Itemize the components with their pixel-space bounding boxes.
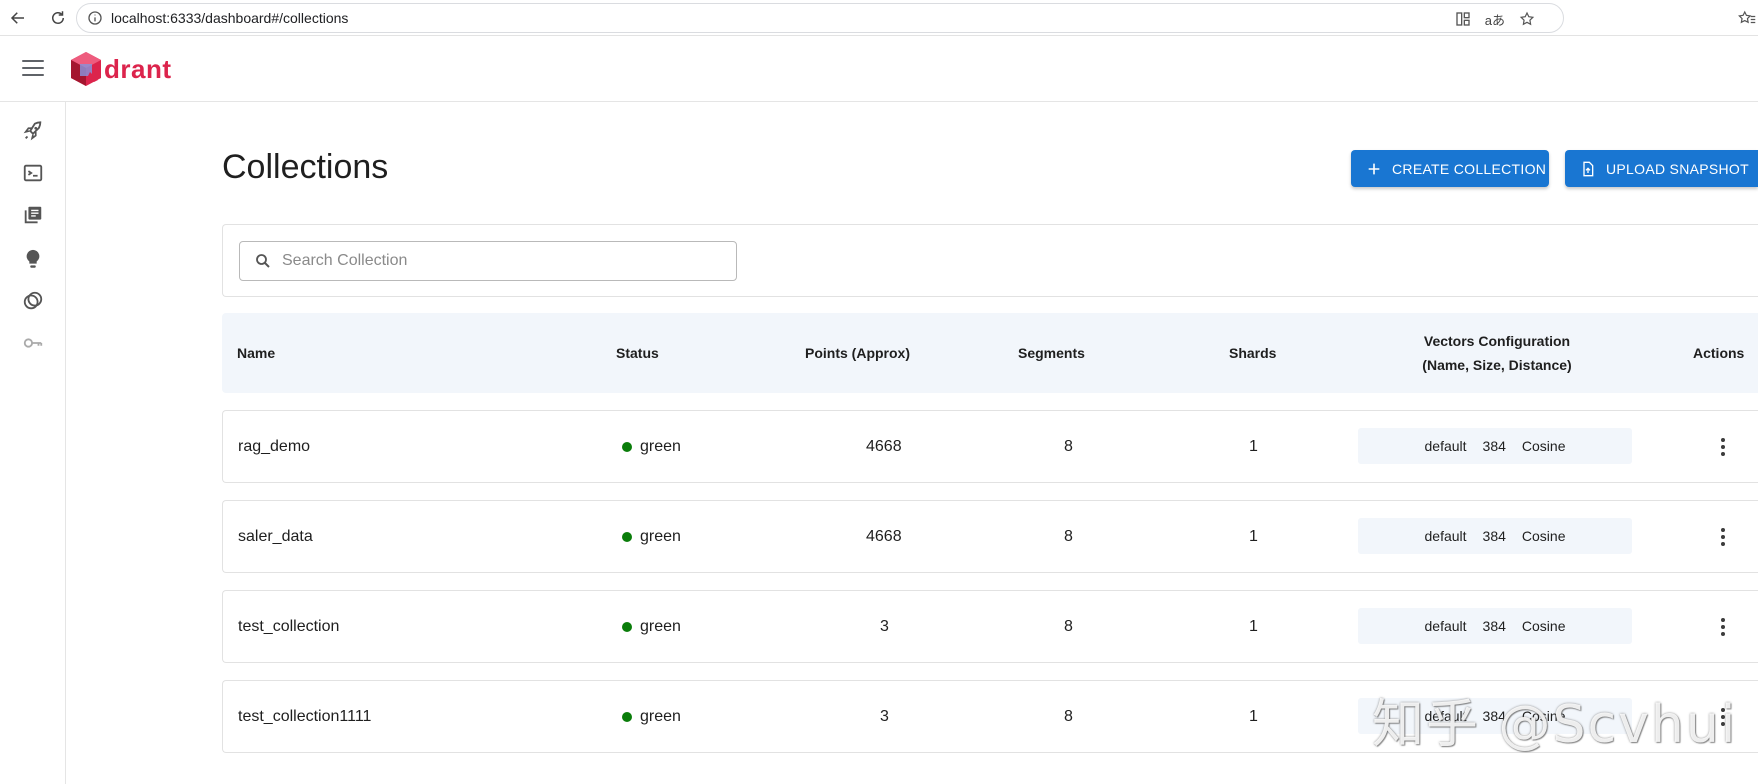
more-vert-icon[interactable] bbox=[1713, 527, 1733, 547]
table-row[interactable]: saler_data green 4668 8 1 default 384 Co… bbox=[222, 500, 1758, 573]
vectors-config: default 384 Cosine bbox=[1358, 428, 1632, 464]
header-segments: Segments bbox=[1018, 345, 1085, 361]
sidebar bbox=[0, 102, 66, 784]
points-cell: 3 bbox=[880, 707, 889, 725]
segments-cell: 8 bbox=[1064, 527, 1073, 545]
header-status: Status bbox=[616, 345, 659, 361]
vector-name: default bbox=[1424, 618, 1467, 634]
segments-cell: 8 bbox=[1064, 437, 1073, 455]
menu-icon[interactable] bbox=[22, 60, 44, 76]
status-dot-icon bbox=[622, 711, 632, 722]
upload-file-icon bbox=[1583, 161, 1594, 176]
search-icon bbox=[256, 254, 270, 268]
shards-cell: 1 bbox=[1249, 707, 1258, 725]
star-icon[interactable] bbox=[1519, 11, 1535, 27]
arrow-left-icon bbox=[10, 11, 24, 24]
status-cell: green bbox=[622, 591, 681, 662]
header-name: Name bbox=[237, 345, 276, 361]
browser-toolbar: localhost:6333/dashboard#/collections aあ bbox=[0, 0, 1758, 36]
vector-distance: Cosine bbox=[1521, 618, 1566, 634]
shards-cell: 1 bbox=[1249, 527, 1258, 545]
header-shards: Shards bbox=[1229, 345, 1277, 361]
sidebar-item-datasets[interactable] bbox=[20, 288, 46, 314]
sidebar-item-tutorial[interactable] bbox=[20, 246, 46, 272]
segments-cell: 8 bbox=[1064, 707, 1073, 725]
plus-icon bbox=[1368, 163, 1380, 174]
more-vert-icon[interactable] bbox=[1713, 437, 1733, 457]
status-text: green bbox=[640, 617, 681, 635]
reload-button[interactable] bbox=[44, 4, 72, 32]
upload-snapshot-label: UPLOAD SNAPSHOT bbox=[1606, 160, 1749, 177]
favorites-button[interactable] bbox=[1738, 10, 1756, 31]
watermark-text: 知乎 @Scvhui bbox=[1372, 695, 1738, 755]
app-grid-icon[interactable] bbox=[1455, 11, 1471, 27]
header-points: Points (Approx) bbox=[805, 345, 910, 361]
points-cell: 4668 bbox=[866, 437, 902, 455]
vector-distance: Cosine bbox=[1521, 528, 1566, 544]
status-dot-icon bbox=[622, 441, 632, 452]
translate-icon[interactable]: aあ bbox=[1485, 10, 1505, 29]
collection-name[interactable]: test_collection1111 bbox=[238, 681, 371, 752]
collection-name[interactable]: saler_data bbox=[238, 501, 313, 572]
logo-text: drant bbox=[104, 53, 172, 84]
lightbulb-icon bbox=[26, 249, 40, 268]
reload-icon bbox=[52, 10, 64, 24]
collection-name[interactable]: rag_demo bbox=[238, 411, 310, 482]
more-vert-icon[interactable] bbox=[1713, 617, 1733, 637]
info-icon bbox=[88, 11, 102, 25]
qdrant-logo-icon bbox=[71, 52, 101, 86]
status-dot-icon bbox=[622, 531, 632, 542]
sidebar-item-access[interactable] bbox=[20, 330, 46, 356]
vectors-config: default 384 Cosine bbox=[1358, 518, 1632, 554]
rocket-icon bbox=[23, 121, 42, 141]
header-vectors-line2: (Name, Size, Distance) bbox=[1422, 357, 1572, 373]
url-text: localhost:6333/dashboard#/collections bbox=[111, 10, 349, 26]
header-vectors: Vectors Configuration (Name, Size, Dista… bbox=[1402, 313, 1592, 393]
vector-size: 384 bbox=[1482, 618, 1506, 634]
search-card bbox=[222, 224, 1758, 297]
points-cell: 4668 bbox=[866, 527, 902, 545]
table-row[interactable]: test_collection green 3 8 1 default 384 … bbox=[222, 590, 1758, 663]
vectors-config: default 384 Cosine bbox=[1358, 608, 1632, 644]
datasets-icon bbox=[23, 291, 43, 310]
qdrant-logo[interactable]: drant bbox=[68, 50, 172, 88]
create-collection-label: CREATE COLLECTION bbox=[1392, 160, 1547, 177]
app-header: drant bbox=[0, 36, 1758, 102]
shards-cell: 1 bbox=[1249, 617, 1258, 635]
sidebar-item-collections[interactable] bbox=[20, 202, 46, 228]
back-button[interactable] bbox=[4, 4, 32, 32]
vector-name: default bbox=[1424, 438, 1467, 454]
shards-cell: 1 bbox=[1249, 437, 1258, 455]
favorites-icon bbox=[1738, 10, 1756, 24]
sidebar-item-console[interactable] bbox=[20, 160, 46, 186]
page-title: Collections bbox=[222, 148, 389, 186]
create-collection-button[interactable]: CREATE COLLECTION bbox=[1351, 150, 1549, 187]
sidebar-item-welcome[interactable] bbox=[20, 118, 46, 144]
header-actions: Actions bbox=[1693, 345, 1745, 361]
points-cell: 3 bbox=[880, 617, 889, 635]
status-cell: green bbox=[622, 411, 681, 482]
vector-size: 384 bbox=[1482, 528, 1506, 544]
collections-icon bbox=[24, 206, 42, 224]
search-field[interactable] bbox=[239, 241, 737, 281]
console-icon bbox=[23, 164, 43, 182]
status-text: green bbox=[640, 437, 681, 455]
vector-size: 384 bbox=[1482, 438, 1506, 454]
search-input[interactable] bbox=[282, 252, 722, 270]
upload-snapshot-button[interactable]: UPLOAD SNAPSHOT bbox=[1565, 150, 1758, 187]
collection-name[interactable]: test_collection bbox=[238, 591, 339, 662]
status-text: green bbox=[640, 707, 681, 725]
table-header: Name Status Points (Approx) Segments Sha… bbox=[222, 313, 1758, 393]
status-cell: green bbox=[622, 681, 681, 752]
key-icon bbox=[23, 338, 43, 348]
vector-distance: Cosine bbox=[1521, 438, 1566, 454]
status-dot-icon bbox=[622, 621, 632, 632]
vector-name: default bbox=[1424, 528, 1467, 544]
table-row[interactable]: rag_demo green 4668 8 1 default 384 Cosi… bbox=[222, 410, 1758, 483]
status-text: green bbox=[640, 527, 681, 545]
address-bar[interactable]: localhost:6333/dashboard#/collections aあ bbox=[76, 3, 1564, 33]
segments-cell: 8 bbox=[1064, 617, 1073, 635]
header-vectors-line1: Vectors Configuration bbox=[1423, 333, 1571, 349]
status-cell: green bbox=[622, 501, 681, 572]
